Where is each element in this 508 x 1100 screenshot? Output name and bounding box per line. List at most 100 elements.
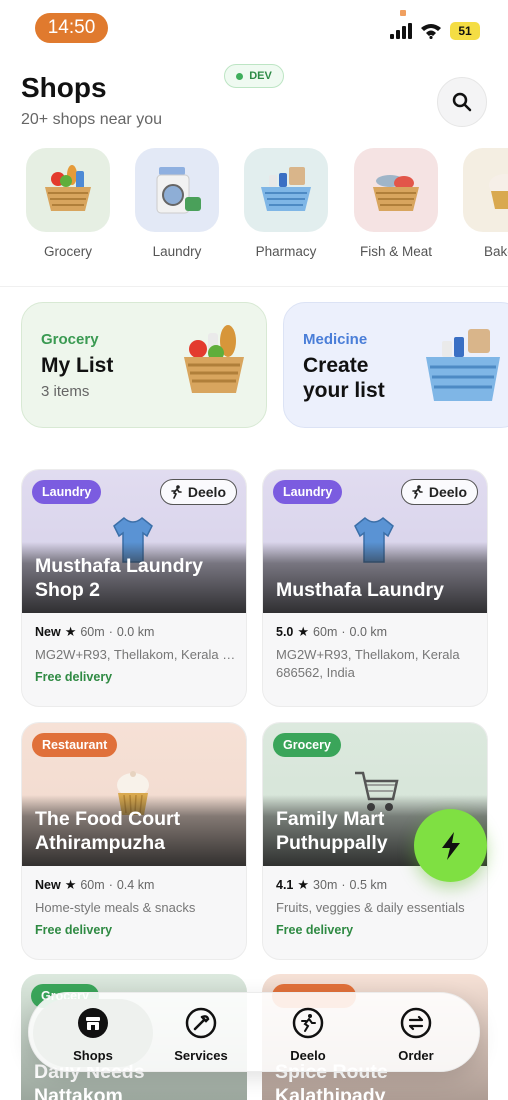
shop-category-tag: Laundry bbox=[273, 480, 343, 504]
category-label: Pharmacy bbox=[255, 244, 317, 259]
store-icon bbox=[78, 1008, 108, 1038]
shop-address: MG2W+R93, Thellakom, Kerala 686562, Indi… bbox=[35, 647, 236, 662]
page-title: Shops bbox=[21, 72, 107, 103]
category-tile bbox=[244, 148, 328, 232]
shop-description: Home-style meals & snacks bbox=[35, 900, 196, 915]
shop-distance: 0.0 km bbox=[349, 625, 388, 639]
shop-eta: 60m bbox=[80, 878, 105, 892]
shop-distance: 0.0 km bbox=[116, 625, 155, 639]
shop-meta: New ★ 60m · 0.4 km bbox=[35, 877, 154, 893]
shop-name: The Food Court Athirampuzha bbox=[35, 808, 181, 854]
nav-services[interactable]: Services bbox=[141, 999, 261, 1067]
separator: · bbox=[341, 625, 346, 639]
separator: · bbox=[341, 878, 346, 892]
list-title: Create your list bbox=[303, 354, 385, 402]
runner-icon bbox=[412, 485, 423, 499]
nav-label: Services bbox=[174, 1048, 228, 1063]
shop-distance: 0.4 km bbox=[116, 878, 155, 892]
category-laundry[interactable]: Laundry bbox=[129, 148, 225, 259]
shop-card[interactable]: Laundry Deelo Musthafa Laundry Shop 2 Ne… bbox=[21, 469, 247, 707]
separator: · bbox=[108, 878, 113, 892]
category-tile bbox=[354, 148, 438, 232]
quick-order-button[interactable] bbox=[414, 809, 487, 882]
signal-icon bbox=[390, 23, 412, 39]
fish-meat-basket-icon bbox=[373, 175, 419, 211]
shop-address: MG2W+R93, Thellakom, Kerala 686562, Indi… bbox=[276, 647, 460, 680]
category-label: Grocery bbox=[43, 244, 92, 259]
shop-distance: 0.5 km bbox=[349, 878, 388, 892]
shop-name: Musthafa Laundry Shop 2 bbox=[35, 555, 203, 601]
category-label: Fish & Meat bbox=[359, 244, 433, 259]
shop-rating: 5.0 bbox=[276, 625, 294, 639]
category-fish-meat[interactable]: Fish & Meat bbox=[348, 148, 444, 259]
runner-icon bbox=[292, 1007, 324, 1039]
shop-eta: 60m bbox=[313, 625, 338, 639]
star-icon: ★ bbox=[297, 624, 310, 639]
shop-meta: 5.0 ★ 60m · 0.0 km bbox=[276, 624, 387, 640]
star-icon: ★ bbox=[64, 624, 77, 639]
free-delivery-label: Free delivery bbox=[35, 670, 113, 684]
shop-category-tag: Laundry bbox=[32, 480, 102, 504]
category-tile bbox=[135, 148, 219, 232]
free-delivery-label: Free delivery bbox=[276, 923, 354, 937]
my-list-card[interactable]: Grocery My List 3 items bbox=[21, 302, 267, 428]
shop-rating: New bbox=[35, 878, 61, 892]
shop-description: Fruits, veggies & daily essentials bbox=[276, 900, 465, 915]
list-eyebrow: Grocery bbox=[41, 331, 99, 348]
category-label: Laundry bbox=[152, 244, 202, 259]
category-tile bbox=[463, 148, 508, 232]
wifi-icon bbox=[421, 24, 441, 39]
washing-machine-icon bbox=[156, 167, 201, 214]
shop-card[interactable]: Restaurant The Food Court Athirampuzha N… bbox=[21, 722, 247, 960]
shop-category-tag: Grocery bbox=[273, 733, 341, 757]
free-delivery-label: Free delivery bbox=[35, 923, 113, 937]
list-count: 3 items bbox=[41, 383, 90, 400]
separator: · bbox=[108, 625, 113, 639]
env-badge: DEV bbox=[224, 64, 284, 88]
category-strip: Grocery Laundry Pharmacy Fish & Meat Bak bbox=[0, 148, 508, 268]
pharmacy-basket-icon bbox=[422, 325, 504, 410]
nav-deelo[interactable]: Deelo bbox=[248, 999, 368, 1067]
battery-indicator: 51 bbox=[450, 22, 480, 40]
deelo-badge: Deelo bbox=[159, 479, 237, 505]
section-divider bbox=[0, 286, 508, 287]
cupcake-icon bbox=[489, 174, 508, 209]
grocery-basket-icon bbox=[45, 165, 91, 211]
status-icons: 51 bbox=[390, 22, 480, 40]
nav-order[interactable]: Order bbox=[356, 999, 476, 1067]
nav-label: Shops bbox=[73, 1048, 113, 1063]
page-subtitle: 20+ shops near you bbox=[21, 111, 162, 128]
category-pharmacy[interactable]: Pharmacy bbox=[238, 148, 334, 259]
shop-rating: 4.1 bbox=[276, 878, 294, 892]
nav-label: Deelo bbox=[290, 1048, 326, 1063]
shop-name: Musthafa Laundry bbox=[276, 579, 444, 601]
category-bakery[interactable]: Bakery bbox=[457, 148, 508, 259]
recording-indicator bbox=[400, 10, 406, 16]
runner-icon bbox=[171, 485, 182, 499]
wrench-icon bbox=[185, 1007, 217, 1039]
deelo-badge: Deelo bbox=[400, 479, 478, 505]
pharmacy-basket-icon bbox=[261, 167, 311, 211]
list-title: My List bbox=[41, 354, 114, 377]
status-time: 14:50 bbox=[35, 13, 108, 43]
shop-category-tag: Restaurant bbox=[32, 733, 118, 757]
deelo-label: Deelo bbox=[428, 484, 467, 500]
shop-card[interactable]: Laundry Deelo Musthafa Laundry 5.0 ★ 60m… bbox=[262, 469, 488, 707]
bottom-nav: Shops Services Deelo Order bbox=[28, 992, 480, 1072]
env-badge-label: DEV bbox=[249, 70, 272, 82]
shop-meta: 4.1 ★ 30m · 0.5 km bbox=[276, 877, 387, 893]
search-icon bbox=[452, 92, 472, 112]
shop-rating: New bbox=[35, 625, 61, 639]
create-medicine-list-card[interactable]: Medicine Create your list bbox=[283, 302, 508, 428]
star-icon: ★ bbox=[297, 877, 310, 892]
shop-eta: 60m bbox=[80, 625, 105, 639]
swap-icon bbox=[400, 1007, 432, 1039]
category-label: Bakery bbox=[483, 244, 508, 259]
star-icon: ★ bbox=[64, 877, 77, 892]
nav-label: Order bbox=[398, 1048, 434, 1063]
deelo-label: Deelo bbox=[187, 484, 226, 500]
list-eyebrow: Medicine bbox=[303, 331, 368, 348]
search-button[interactable] bbox=[437, 77, 487, 127]
category-grocery[interactable]: Grocery bbox=[20, 148, 116, 259]
nav-shops[interactable]: Shops bbox=[33, 999, 153, 1067]
